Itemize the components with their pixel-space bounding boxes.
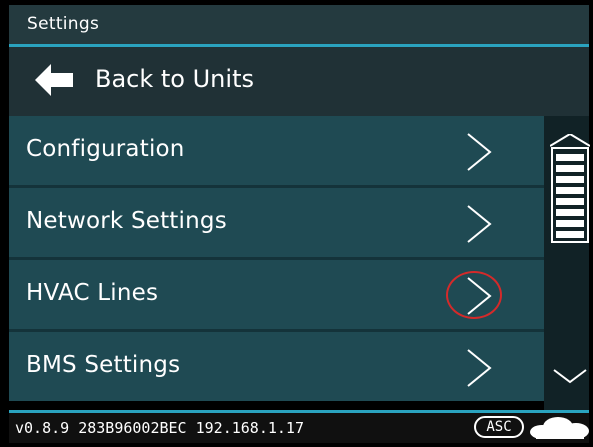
highlight-circle (446, 271, 502, 319)
status-bar: v0.8.9 283B96002BEC 192.168.1.17 ASC (9, 410, 589, 443)
cloud-icon (530, 417, 589, 439)
arrow-left-icon (35, 64, 73, 96)
device-info: v0.8.9 283B96002BEC 192.168.1.17 (15, 419, 304, 437)
back-to-units-button[interactable]: Back to Units (9, 47, 589, 116)
scrollbar[interactable] (544, 116, 590, 410)
menu-item-label: Configuration (26, 136, 185, 162)
menu-item-label: HVAC Lines (26, 280, 159, 306)
page-title: Settings (27, 14, 100, 34)
chevron-right-icon (467, 349, 492, 387)
chevron-right-icon (467, 133, 492, 171)
menu-item-configuration[interactable]: Configuration (9, 116, 544, 185)
menu-item-network-settings[interactable]: Network Settings (9, 188, 544, 257)
menu-item-bms-settings[interactable]: BMS Settings (9, 332, 544, 401)
menu-item-label: Network Settings (26, 208, 227, 234)
menu-item-label: BMS Settings (26, 352, 181, 378)
chevron-right-icon (467, 205, 492, 243)
chevron-down-icon[interactable] (552, 368, 588, 386)
scroll-up-icon[interactable] (550, 134, 590, 264)
asc-badge: ASC (474, 416, 524, 438)
back-to-units-label: Back to Units (95, 65, 254, 93)
title-bar: Settings (9, 5, 589, 47)
screen: Settings Back to Units Configuration Net… (0, 0, 593, 447)
settings-menu: Configuration Network Settings HVAC Line… (9, 116, 544, 410)
